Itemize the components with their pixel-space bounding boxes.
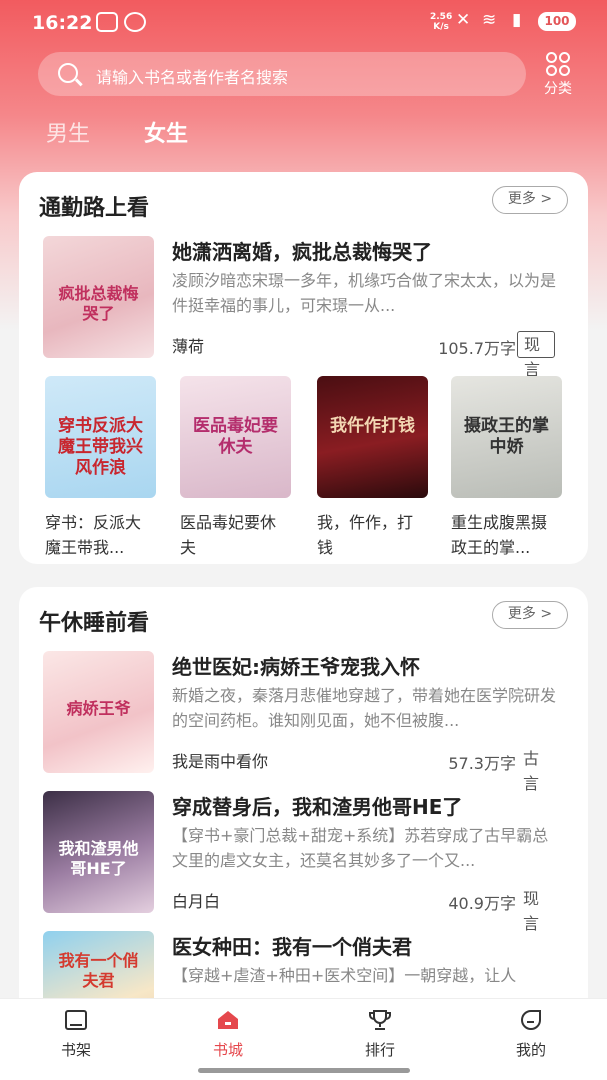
more-button[interactable]: 更多 > xyxy=(492,601,568,629)
search-placeholder: 请输入书名或者作者名搜索 xyxy=(96,68,289,87)
book-title: 穿书：反派大魔王带我... xyxy=(45,513,142,557)
trophy-icon xyxy=(369,1010,391,1030)
book-description: 【穿书+豪门总裁+甜宠+系统】苏若穿成了古早霸总文里的虐文女主，还莫名其妙多了一… xyxy=(172,826,549,870)
book-title: 我，仵作，打钱 xyxy=(317,513,414,557)
screenshot-icon xyxy=(96,12,118,32)
book-genre-tag: 现言 xyxy=(517,331,555,379)
category-label: 分类 xyxy=(544,81,572,97)
section-commute: 通勤路上看 更多 > 疯批总裁悔哭了 她潇洒离婚，疯批总裁悔哭了 凌顾汐暗恋宋璟… xyxy=(19,172,588,564)
cover-text: 我有一个俏夫君 xyxy=(58,951,139,990)
category-button[interactable]: 分类 xyxy=(536,52,580,98)
section-nap: 午休睡前看 更多 > 病娇王爷 绝世医妃:病娇王爷宠我入怀 新婚之夜，秦落月悲催… xyxy=(19,587,588,1017)
book-description: 新婚之夜，秦落月悲催地穿越了，带着她在医学院研发的空间药柜。谁知刚见面，她不但被… xyxy=(172,686,557,730)
book-cover: 我和渣男他哥HE了 xyxy=(43,791,154,913)
book-author: 白月白 xyxy=(172,892,221,911)
book-cover: 穿书反派大魔王带我兴风作浪 xyxy=(45,376,156,498)
book-description: 凌顾汐暗恋宋璟一多年，机缘巧合做了宋太太，以为是件挺幸福的事儿，可宋璟一从... xyxy=(172,271,557,315)
section-title: 通勤路上看 xyxy=(39,196,150,221)
net-speed-unit: K/s xyxy=(433,22,449,32)
grid-book[interactable]: 摄政王的掌中娇 重生成腹黑摄政王的掌... xyxy=(451,376,562,560)
nav-profile[interactable]: 我的 xyxy=(491,999,571,1069)
book-cover: 摄政王的掌中娇 xyxy=(451,376,562,498)
nav-bookshelf[interactable]: 书架 xyxy=(36,999,116,1069)
status-bar: 16:22 2.56 K/s ✕ ≋ ▮ 100 xyxy=(0,0,607,46)
book-word-count: 105.7万字 xyxy=(438,339,516,358)
battery-indicator: 100 xyxy=(538,12,576,31)
grid-book[interactable]: 穿书反派大魔王带我兴风作浪 穿书：反派大魔王带我... xyxy=(45,376,156,560)
bookshelf-icon xyxy=(65,1010,87,1030)
book-title: 医女种田：我有一个俏夫君 xyxy=(172,935,412,959)
grid-book[interactable]: 我仵作打钱 我，仵作，打钱 xyxy=(317,376,428,560)
book-genre-tag: 现言 xyxy=(523,889,540,933)
search-bar[interactable]: 请输入书名或者作者名搜索 xyxy=(38,52,526,96)
nav-label: 我的 xyxy=(515,1041,546,1059)
book-title: 医品毒妃要休夫 xyxy=(180,513,277,557)
nav-bookstore[interactable]: 书城 xyxy=(188,999,268,1069)
cover-text: 疯批总裁悔哭了 xyxy=(58,284,139,323)
home-indicator[interactable] xyxy=(198,1068,410,1073)
status-time: 16:22 xyxy=(32,12,93,34)
book-genre-tag: 古言 xyxy=(523,749,540,793)
book-word-count: 57.3万字 xyxy=(448,754,516,773)
net-speed: 2.56 K/s xyxy=(430,12,452,32)
section-title: 午休睡前看 xyxy=(39,611,150,636)
nav-label: 书城 xyxy=(212,1041,243,1059)
list-book[interactable]: 我和渣男他哥HE了 穿成替身后，我和渣男他哥HE了 【穿书+豪门总裁+甜宠+系统… xyxy=(43,791,555,933)
cover-text: 我和渣男他哥HE了 xyxy=(58,839,139,878)
tab-female[interactable]: 女生 xyxy=(144,116,188,148)
book-title: 绝世医妃:病娇王爷宠我入怀 xyxy=(172,655,420,679)
list-book[interactable]: 病娇王爷 绝世医妃:病娇王爷宠我入怀 新婚之夜，秦落月悲催地穿越了，带着她在医学… xyxy=(43,651,557,793)
bookstore-icon xyxy=(218,1011,238,1029)
net-speed-value: 2.56 xyxy=(430,12,453,22)
cover-text: 我仵作打钱 xyxy=(330,416,415,436)
nav-ranking[interactable]: 排行 xyxy=(340,999,420,1069)
book-author: 薄荷 xyxy=(172,337,205,356)
book-cover: 医品毒妃要休夫 xyxy=(180,376,291,498)
wifi-icon: ≋ xyxy=(482,10,497,30)
category-icon xyxy=(544,52,572,78)
book-cover: 我仵作打钱 xyxy=(317,376,428,498)
featured-book[interactable]: 疯批总裁悔哭了 她潇洒离婚，疯批总裁悔哭了 凌顾汐暗恋宋璟一多年，机缘巧合做了宋… xyxy=(43,236,557,379)
book-title: 重生成腹黑摄政王的掌... xyxy=(451,513,548,557)
message-icon xyxy=(124,12,146,32)
mute-icon: ✕ xyxy=(456,10,471,30)
book-author: 我是雨中看你 xyxy=(172,752,269,771)
book-word-count: 40.9万字 xyxy=(448,894,516,913)
cover-text: 病娇王爷 xyxy=(66,699,131,718)
grid-book[interactable]: 医品毒妃要休夫 医品毒妃要休夫 xyxy=(180,376,291,560)
cover-text: 穿书反派大魔王带我兴风作浪 xyxy=(58,416,143,478)
signal-icon: ▮ xyxy=(512,10,522,30)
cover-text: 摄政王的掌中娇 xyxy=(464,416,549,457)
book-cover: 病娇王爷 xyxy=(43,651,154,773)
nav-label: 排行 xyxy=(364,1041,395,1059)
nav-label: 书架 xyxy=(60,1041,91,1059)
book-title: 她潇洒离婚，疯批总裁悔哭了 xyxy=(172,240,432,264)
book-cover: 疯批总裁悔哭了 xyxy=(43,236,154,358)
search-icon xyxy=(58,63,78,83)
more-button[interactable]: 更多 > xyxy=(492,186,568,214)
book-title: 穿成替身后，我和渣男他哥HE了 xyxy=(172,795,463,819)
profile-icon xyxy=(521,1010,541,1030)
cover-text: 医品毒妃要休夫 xyxy=(193,416,278,457)
tab-male[interactable]: 男生 xyxy=(46,116,90,148)
